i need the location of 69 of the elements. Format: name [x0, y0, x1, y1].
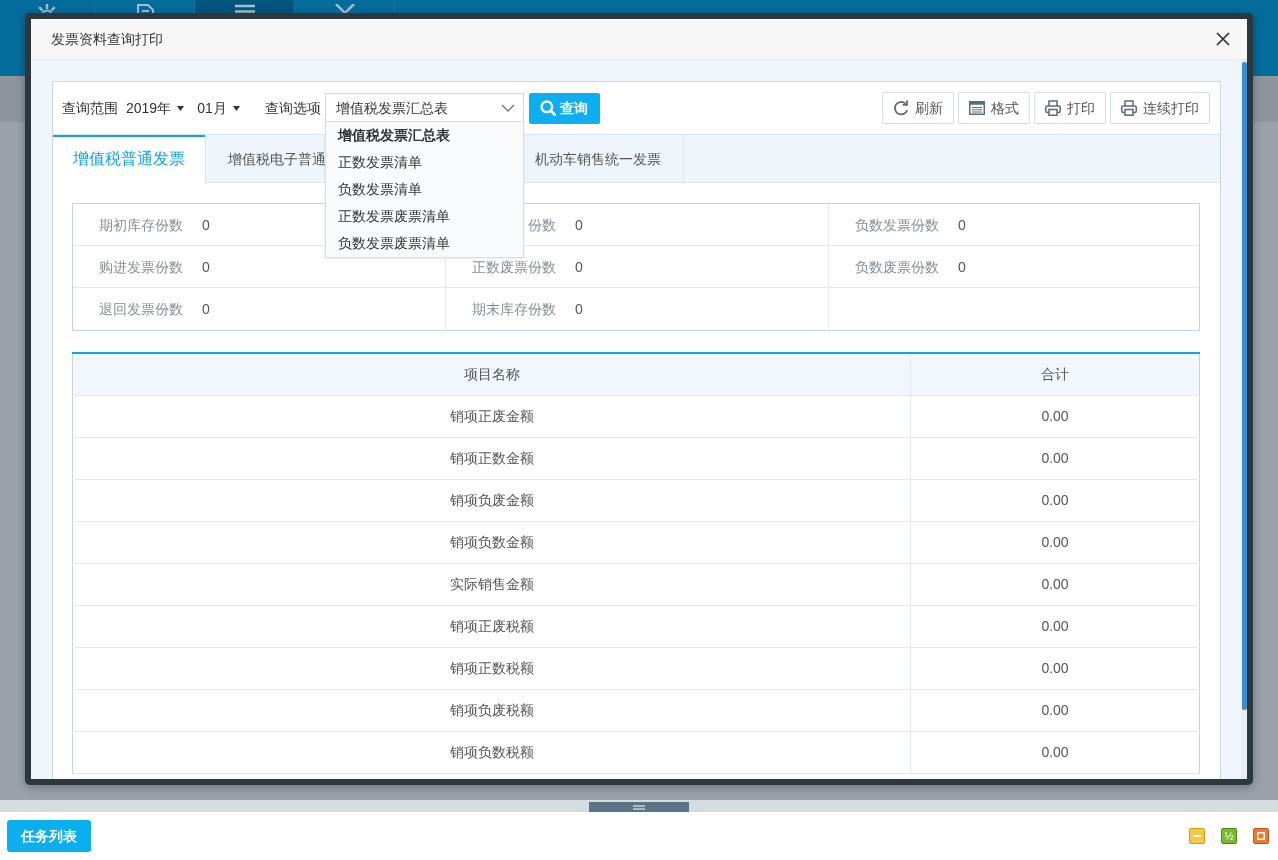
list-icon: [233, 4, 256, 13]
stat-value: 0: [575, 216, 583, 233]
window-list-icon: [969, 101, 985, 115]
toolbar-button[interactable]: 打印: [1034, 92, 1106, 124]
table-cell: 0.00: [910, 437, 1200, 479]
table-cell: 销项负数金额: [72, 521, 911, 563]
caret-down-icon: [232, 105, 240, 111]
table-cell: 0.00: [910, 395, 1200, 437]
stat-value: 0: [958, 216, 966, 233]
close-icon: [1216, 32, 1230, 46]
stat-value: 0: [575, 301, 583, 317]
query-label: 查询选项: [264, 98, 321, 118]
caret-down-icon: [177, 105, 185, 111]
option-select[interactable]: 增值税发票汇总表: [324, 93, 524, 123]
stat-label: 正数废票份数: [472, 258, 556, 275]
toolbar-button[interactable]: 连续打印: [1110, 92, 1210, 124]
table-cell: 销项正数金额: [72, 437, 911, 479]
table-cell: 销项正废金额: [72, 395, 911, 437]
toolbar-button[interactable]: 格式: [958, 92, 1030, 124]
stat-value: 0: [202, 216, 210, 233]
table-cell: 销项负数税额: [72, 731, 911, 773]
stat-label: 退回发票份数: [99, 301, 183, 317]
search-icon: [540, 100, 557, 116]
scrollbar-thumb[interactable]: [1242, 62, 1247, 710]
table-cell: 销项负废税额: [72, 689, 911, 731]
splitter-handle[interactable]: [589, 802, 689, 812]
stat-label: 负数废票份数: [855, 258, 939, 275]
dialog-title: 发票资料查询打印: [51, 29, 163, 49]
square-icon: [1257, 832, 1265, 840]
tab[interactable]: 增值税电子普通: [206, 135, 326, 183]
table-cell: 0.00: [910, 479, 1200, 521]
toolbar-button[interactable]: 刷新: [882, 92, 954, 124]
table-cell: 0.00: [910, 521, 1200, 563]
printer-icon: [1121, 100, 1137, 116]
table-cell: 0.00: [910, 647, 1200, 689]
table-cell: 实际销售金额: [72, 563, 911, 605]
minimize-button[interactable]: [1189, 828, 1205, 844]
column-header: 合计: [910, 353, 1200, 395]
stat-value: 0: [958, 258, 966, 275]
refresh-icon: [893, 100, 909, 116]
printer-icon: [1045, 100, 1061, 116]
stat-value: 0: [202, 258, 210, 275]
grip-icon: [633, 804, 645, 810]
column-header: 项目名称: [72, 353, 911, 395]
month-select[interactable]: 01月: [197, 97, 240, 119]
minus-icon: [1193, 835, 1201, 837]
dropdown-option[interactable]: 负数发票废票清单: [325, 230, 523, 257]
gear-icon: [36, 4, 58, 13]
stat-label: 购进发票份数: [99, 258, 183, 275]
table-cell: 销项负废金额: [72, 479, 911, 521]
table-cell: 0.00: [910, 689, 1200, 731]
stat-value: 0: [202, 301, 210, 317]
table-cell: 0.00: [910, 605, 1200, 647]
dropdown-option[interactable]: 正数发票废票清单: [325, 203, 523, 230]
table-cell: 0.00: [910, 731, 1200, 773]
stat-label: 负数发票份数: [855, 216, 939, 233]
maximize-button[interactable]: [1253, 828, 1269, 844]
close-button[interactable]: [1216, 32, 1230, 46]
chevron-down-icon: [500, 104, 515, 112]
stat-label: 期末库存份数: [472, 301, 556, 317]
table-cell: 销项正废税额: [72, 605, 911, 647]
cross-icon: [333, 4, 356, 13]
stat-label: 期初库存份数: [99, 216, 183, 233]
table-cell: 0.00: [910, 563, 1200, 605]
stat-label: 份数: [527, 216, 556, 233]
stat-value: 0: [575, 258, 583, 275]
table-cell: 销项正数税额: [72, 647, 911, 689]
query-label: 查询范围: [62, 98, 118, 118]
year-select[interactable]: 2019年: [126, 97, 185, 119]
